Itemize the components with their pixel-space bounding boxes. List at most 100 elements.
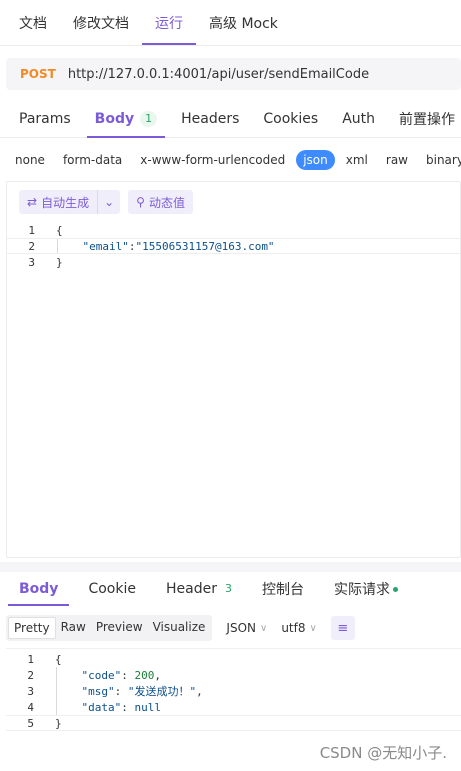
chevron-down-icon: ∨: [309, 622, 317, 634]
tab-response-cookie[interactable]: Cookie: [77, 572, 147, 606]
tab-console[interactable]: 控制台: [251, 572, 315, 606]
json-sep: :: [114, 685, 128, 698]
code-line: 2 "code": 200,: [6, 667, 461, 683]
request-url-input[interactable]: http://127.0.0.1:4001/api/user/sendEmail…: [68, 67, 369, 82]
editor-toolbar: ⇄ 自动生成 ⌄ ⚲ 动态值: [7, 182, 460, 222]
tab-auth[interactable]: Auth: [330, 100, 387, 137]
line-number: 3: [28, 255, 35, 269]
tab-label: Body: [94, 110, 135, 127]
tab-label: Cookie: [88, 581, 136, 597]
tab-label: 前置操作: [399, 111, 456, 128]
chevron-down-icon: ∨: [259, 622, 268, 634]
json-value: 200: [134, 668, 155, 682]
view-raw[interactable]: Raw: [56, 617, 91, 639]
word-wrap-button[interactable]: ≡: [330, 616, 355, 640]
request-body-editor[interactable]: ⇄ 自动生成 ⌄ ⚲ 动态值 1 { 2 "email":"1550653115…: [6, 181, 461, 558]
magic-wand-icon: ⚲: [136, 195, 145, 209]
request-tabs: Params Body 1 Headers Cookies Auth 前置操作: [0, 100, 461, 138]
line-number: 4: [27, 700, 34, 714]
json-value: "15506531157@163.com": [135, 239, 275, 253]
body-type-xml[interactable]: xml: [339, 150, 375, 170]
auto-generate-label: 自动生成: [41, 195, 90, 210]
tab-advanced-mock[interactable]: 高级 Mock: [196, 0, 291, 45]
code-text: }: [56, 255, 63, 269]
code-text: {: [56, 223, 63, 237]
code-line: 1 {: [7, 222, 460, 238]
view-preview[interactable]: Preview: [91, 617, 148, 639]
tab-docs[interactable]: 文档: [6, 0, 60, 45]
tab-headers[interactable]: Headers: [169, 100, 251, 137]
code-line: 5 }: [6, 715, 461, 731]
code-text: "msg": "发送成功！",: [34, 683, 203, 699]
watermark: CSDN @无知小子.: [319, 744, 447, 762]
view-pretty[interactable]: Pretty: [8, 617, 56, 639]
tab-label: Auth: [342, 110, 376, 127]
indent-guide: [56, 683, 57, 699]
json-tail: ,: [196, 685, 203, 698]
tab-run[interactable]: 运行: [142, 0, 196, 45]
code-text: "code": 200,: [34, 668, 162, 682]
code-line: 4 "data": null: [6, 699, 461, 715]
tab-pre-operations[interactable]: 前置操作: [387, 100, 461, 137]
json-value: null: [134, 700, 162, 714]
response-tabs: Body Cookie Header 3 控制台 实际请求: [0, 572, 461, 606]
line-number: 3: [27, 684, 34, 698]
body-type-raw[interactable]: raw: [379, 150, 415, 170]
json-tail: ,: [154, 668, 161, 682]
code-text: "data": null: [34, 700, 162, 714]
tab-response-body[interactable]: Body: [8, 572, 70, 606]
response-toolbar: Pretty Raw Preview Visualize JSON ∨ utf8…: [6, 614, 461, 642]
body-type-form-data[interactable]: form-data: [56, 150, 129, 170]
indent-guide: [57, 239, 58, 253]
dynamic-value-button[interactable]: ⚲ 动态值: [128, 190, 193, 214]
top-nav: 文档 修改文档 运行 高级 Mock: [0, 0, 461, 46]
json-value: "发送成功！": [127, 685, 197, 698]
code-line: 1 {: [6, 651, 461, 667]
body-type-json[interactable]: json: [296, 150, 335, 170]
line-number: 2: [28, 239, 35, 253]
auto-generate-button[interactable]: ⇄ 自动生成 ⌄: [19, 190, 121, 214]
indent-guide: [56, 699, 57, 715]
code-line: 3 "msg": "发送成功！",: [6, 683, 461, 699]
tab-label: Cookies: [263, 110, 319, 127]
format-select[interactable]: JSON ∨: [226, 621, 267, 635]
wrap-lines-icon: ≡: [337, 620, 349, 636]
code-text: }: [55, 716, 62, 730]
response-code[interactable]: 1 { 2 "code": 200, 3 "msg": "发送成功！", 4 "…: [6, 651, 461, 731]
encoding-select[interactable]: utf8 ∨: [281, 621, 317, 635]
code-line: 2 "email":"15506531157@163.com": [7, 238, 460, 254]
tab-cookies[interactable]: Cookies: [251, 100, 330, 137]
tab-label: Headers: [181, 110, 240, 127]
tab-body[interactable]: Body 1: [83, 100, 169, 138]
tab-label: 实际请求: [333, 582, 390, 598]
request-code[interactable]: 1 { 2 "email":"15506531157@163.com" 3 }: [7, 222, 460, 270]
indent-guide: [56, 667, 57, 683]
view-mode-group: Pretty Raw Preview Visualize: [6, 615, 213, 641]
code-text: "email":"15506531157@163.com": [35, 240, 275, 253]
format-value: JSON: [226, 621, 256, 635]
tab-label: Body: [19, 581, 59, 597]
body-type-urlencoded[interactable]: x-www-form-urlencoded: [133, 150, 292, 170]
line-number: 1: [28, 223, 35, 237]
json-sep: :: [121, 700, 135, 714]
code-line: 3 }: [7, 254, 460, 270]
pane-divider[interactable]: [0, 562, 461, 572]
status-dot-icon: [392, 586, 398, 592]
code-text: {: [55, 652, 62, 666]
tab-edit-docs[interactable]: 修改文档: [60, 0, 142, 45]
tab-actual-request[interactable]: 实际请求: [323, 572, 409, 606]
dynamic-value-label: 动态值: [148, 195, 185, 210]
body-type-binary[interactable]: binary: [419, 150, 461, 170]
tab-params[interactable]: Params: [7, 100, 83, 137]
body-count-badge: 1: [140, 110, 158, 127]
chevron-down-icon[interactable]: ⌄: [97, 190, 120, 214]
json-key: "msg": [81, 685, 115, 698]
tab-response-header[interactable]: Header 3: [155, 572, 243, 606]
body-type-none[interactable]: none: [8, 150, 52, 170]
url-bar[interactable]: POST http://127.0.0.1:4001/api/user/send…: [6, 58, 461, 90]
json-sep: :: [121, 668, 135, 682]
encoding-value: utf8: [281, 621, 306, 635]
json-key: "email": [82, 239, 129, 253]
http-method[interactable]: POST: [20, 67, 56, 81]
view-visualize[interactable]: Visualize: [148, 617, 211, 639]
